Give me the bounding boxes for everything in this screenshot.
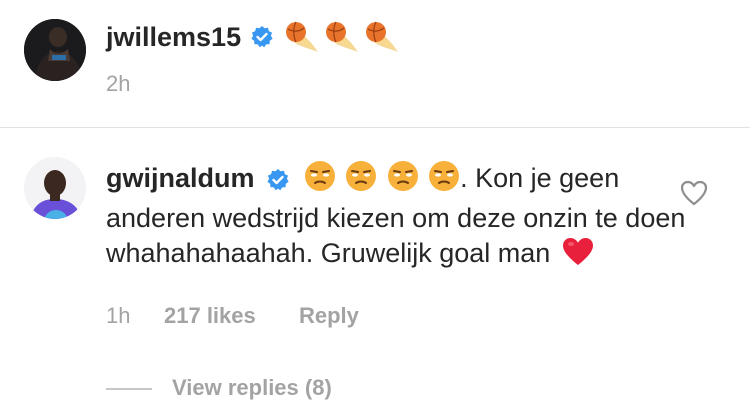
avatar-jwillems15[interactable] — [24, 19, 86, 81]
comment-username[interactable]: gwijnaldum — [106, 163, 255, 193]
comment-timestamp: 1h — [106, 303, 131, 328]
flaming-basketball-icon — [284, 20, 322, 61]
view-replies-button[interactable]: View replies (8) — [172, 377, 332, 399]
comment-text-start: . Kon je geen — [460, 163, 620, 193]
unamused-face-emoji — [345, 160, 377, 201]
comment-text-body: anderen wedstrijd kiezen om deze onzin t… — [106, 203, 686, 268]
post-username[interactable]: jwillems15 — [106, 24, 241, 51]
unamused-face-emoji — [387, 160, 419, 201]
heart-outline-icon — [680, 180, 708, 206]
replies-divider-line — [106, 388, 152, 390]
like-comment-button[interactable] — [680, 180, 708, 211]
comment-text: gwijnaldum . Kon je geen anderen wedstri… — [106, 160, 686, 276]
red-heart-emoji — [562, 237, 594, 276]
unamused-face-emoji — [428, 160, 460, 201]
post-timestamp: 2h — [106, 71, 131, 96]
verified-badge-icon — [250, 25, 274, 54]
reply-button[interactable]: Reply — [299, 305, 359, 327]
flaming-basketball-icon — [324, 20, 362, 61]
avatar-gwijnaldum[interactable] — [24, 157, 86, 219]
comment-likes-count[interactable]: 217 likes — [164, 305, 256, 327]
unamused-face-emoji — [304, 160, 336, 201]
verified-badge-icon — [266, 166, 290, 201]
divider — [0, 127, 750, 128]
flaming-basketball-icon — [364, 20, 402, 61]
